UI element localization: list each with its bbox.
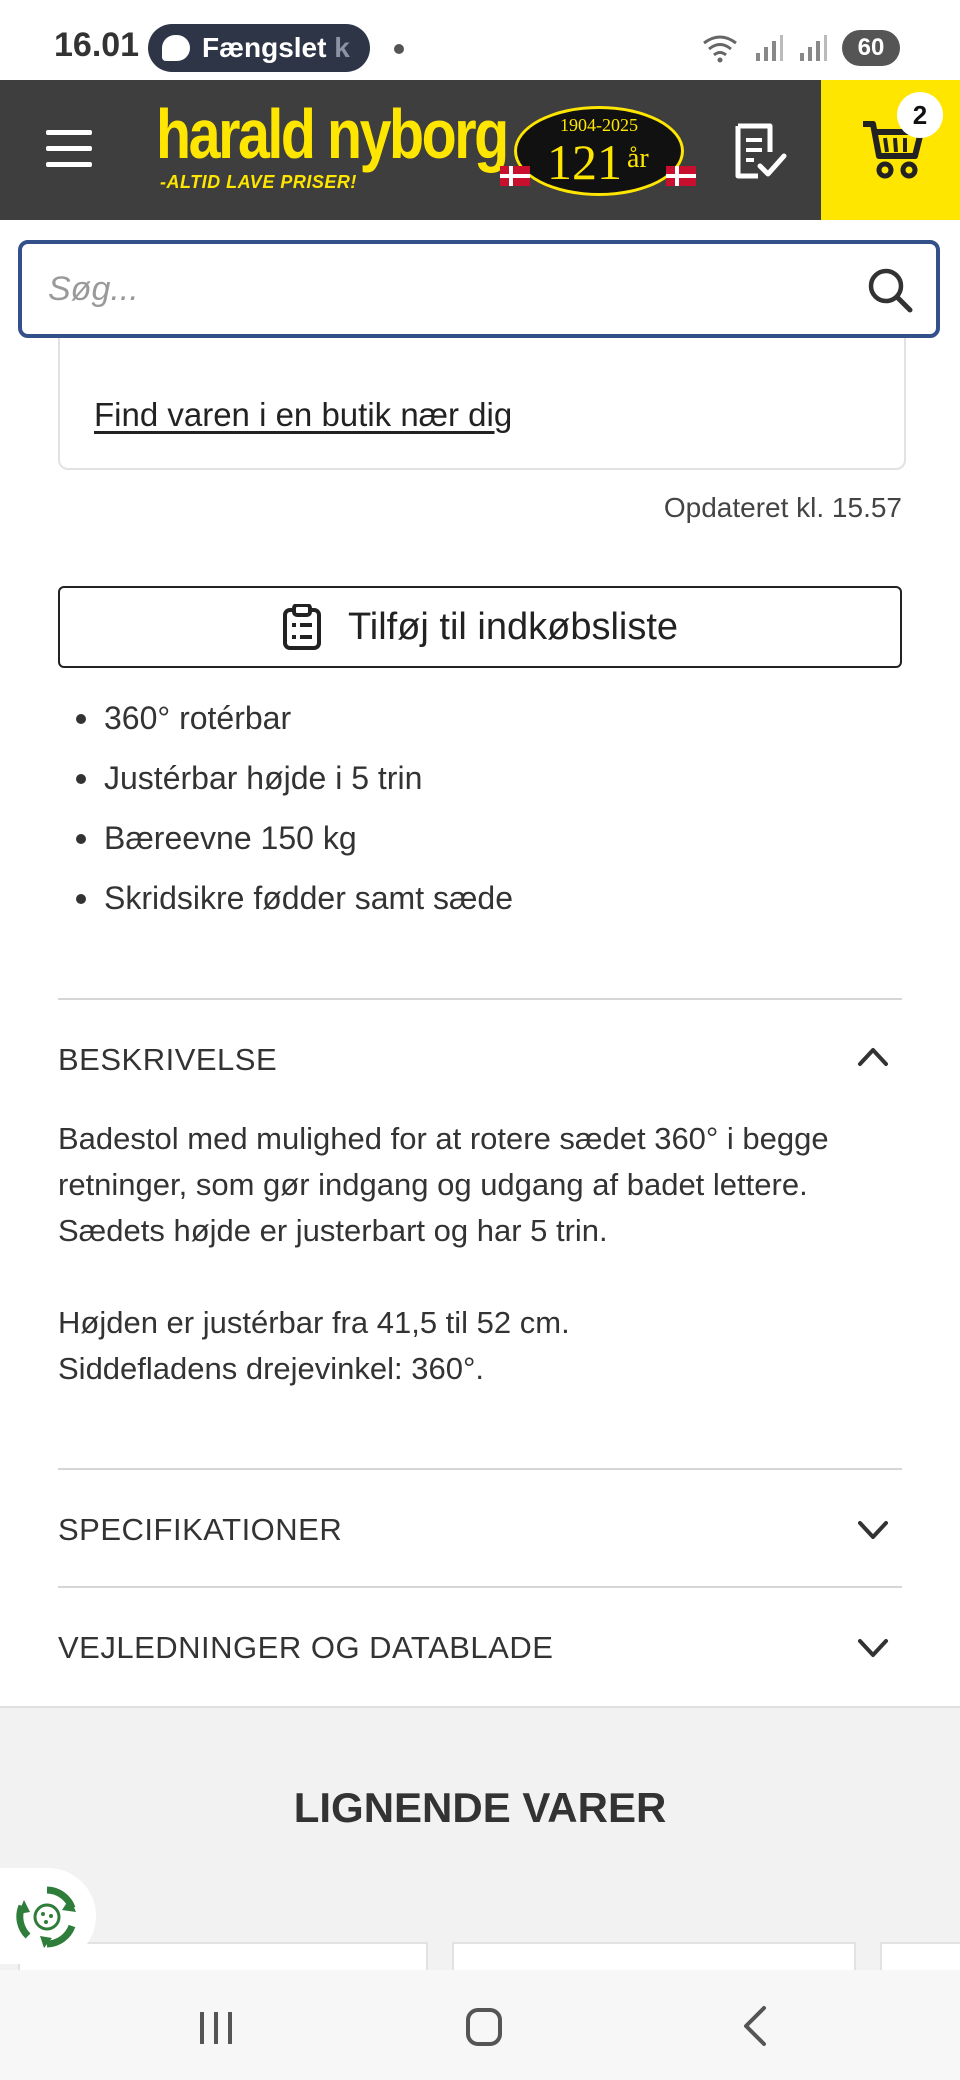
back-icon[interactable] [740, 2004, 770, 2048]
danish-flag-icon [666, 166, 696, 186]
signal-icon [756, 35, 783, 61]
wifi-icon [703, 35, 737, 63]
logo-anniversary-number: 121 [547, 134, 622, 190]
status-icons: 60 [700, 30, 900, 66]
logo-tagline: -ALTID LAVE PRISER! [160, 172, 357, 192]
feature-item: Justérbar højde i 5 trin [58, 752, 898, 812]
danish-flag-icon [500, 166, 530, 186]
chevron-up-icon[interactable] [856, 1044, 890, 1068]
divider [58, 1586, 902, 1588]
cart-button[interactable]: 2 [821, 80, 960, 220]
accordion-specifications-title[interactable]: SPECIFIKATIONER [58, 1512, 342, 1548]
feature-item: 360° rotérbar [58, 692, 898, 752]
recycle-icon [16, 1886, 76, 1948]
status-time: 16.01 [54, 26, 140, 64]
notification-label: Fængslet [202, 32, 327, 63]
similar-products-title: LIGNENDE VARER [293, 1784, 667, 1831]
shopping-list-icon[interactable] [728, 122, 788, 182]
signal-icon-2 [800, 35, 827, 61]
updated-timestamp: Opdateret kl. 15.57 [663, 492, 902, 523]
divider [58, 1468, 902, 1470]
description-line: Badestol med mulighed for at rotere sæde… [58, 1121, 829, 1202]
cart-count-badge: 2 [897, 92, 943, 138]
recents-icon[interactable] [196, 2008, 236, 2048]
site-header: harald nyborg -ALTID LAVE PRISER! 1904-2… [0, 80, 960, 220]
similar-products-section: LIGNENDE VARER [0, 1706, 960, 1982]
feature-item: Skridsikre fødder samt sæde [58, 872, 898, 932]
chat-bubble-icon [162, 35, 190, 61]
notification-dot [394, 44, 404, 54]
description-line: Højden er justérbar fra 41,5 til 52 cm. [58, 1305, 570, 1340]
battery-indicator: 60 [842, 30, 900, 66]
recycle-button[interactable] [0, 1868, 96, 1964]
search-input[interactable] [46, 266, 846, 312]
status-bar: 16.01 Fængslet k 60 [0, 0, 960, 80]
notification-pill[interactable]: Fængslet k [148, 24, 370, 72]
feature-list: 360° rotérbar Justérbar højde i 5 trin B… [58, 692, 898, 932]
home-icon[interactable] [466, 2008, 502, 2046]
description-line: Siddefladens drejevinkel: 360°. [58, 1351, 485, 1386]
chevron-down-icon[interactable] [856, 1636, 890, 1660]
description-text: Badestol med mulighed for at rotere sæde… [58, 1116, 908, 1392]
chevron-down-icon[interactable] [856, 1518, 890, 1542]
accordion-guides-title[interactable]: VEJLEDNINGER OG DATABLADE [58, 1630, 553, 1666]
anniversary-seal: 1904-2025 121 år [514, 106, 684, 196]
divider [58, 998, 902, 1000]
logo-name: harald nyborg [156, 95, 509, 173]
description-line: Sædets højde er justerbart og har 5 trin… [58, 1213, 608, 1248]
add-to-shopping-list-button[interactable]: Tilføj til indkøbsliste [58, 586, 902, 668]
find-in-store-link[interactable]: Find varen i en butik nær dig [94, 396, 512, 434]
notification-trail: k [334, 32, 350, 63]
search-icon[interactable] [866, 266, 914, 314]
feature-item: Bæreevne 150 kg [58, 812, 898, 872]
clipboard-icon [282, 604, 321, 650]
description-blank-line [58, 1254, 908, 1300]
system-navigation-bar [0, 1970, 960, 2080]
logo-anniversary-unit: år [627, 143, 649, 174]
add-to-list-label: Tilføj til indkøbsliste [347, 605, 679, 648]
harald-nyborg-logo[interactable]: harald nyborg -ALTID LAVE PRISER! 1904-2… [152, 95, 700, 202]
menu-icon[interactable] [46, 130, 92, 170]
accordion-description-title[interactable]: BESKRIVELSE [58, 1042, 277, 1078]
search-bar [18, 240, 940, 338]
